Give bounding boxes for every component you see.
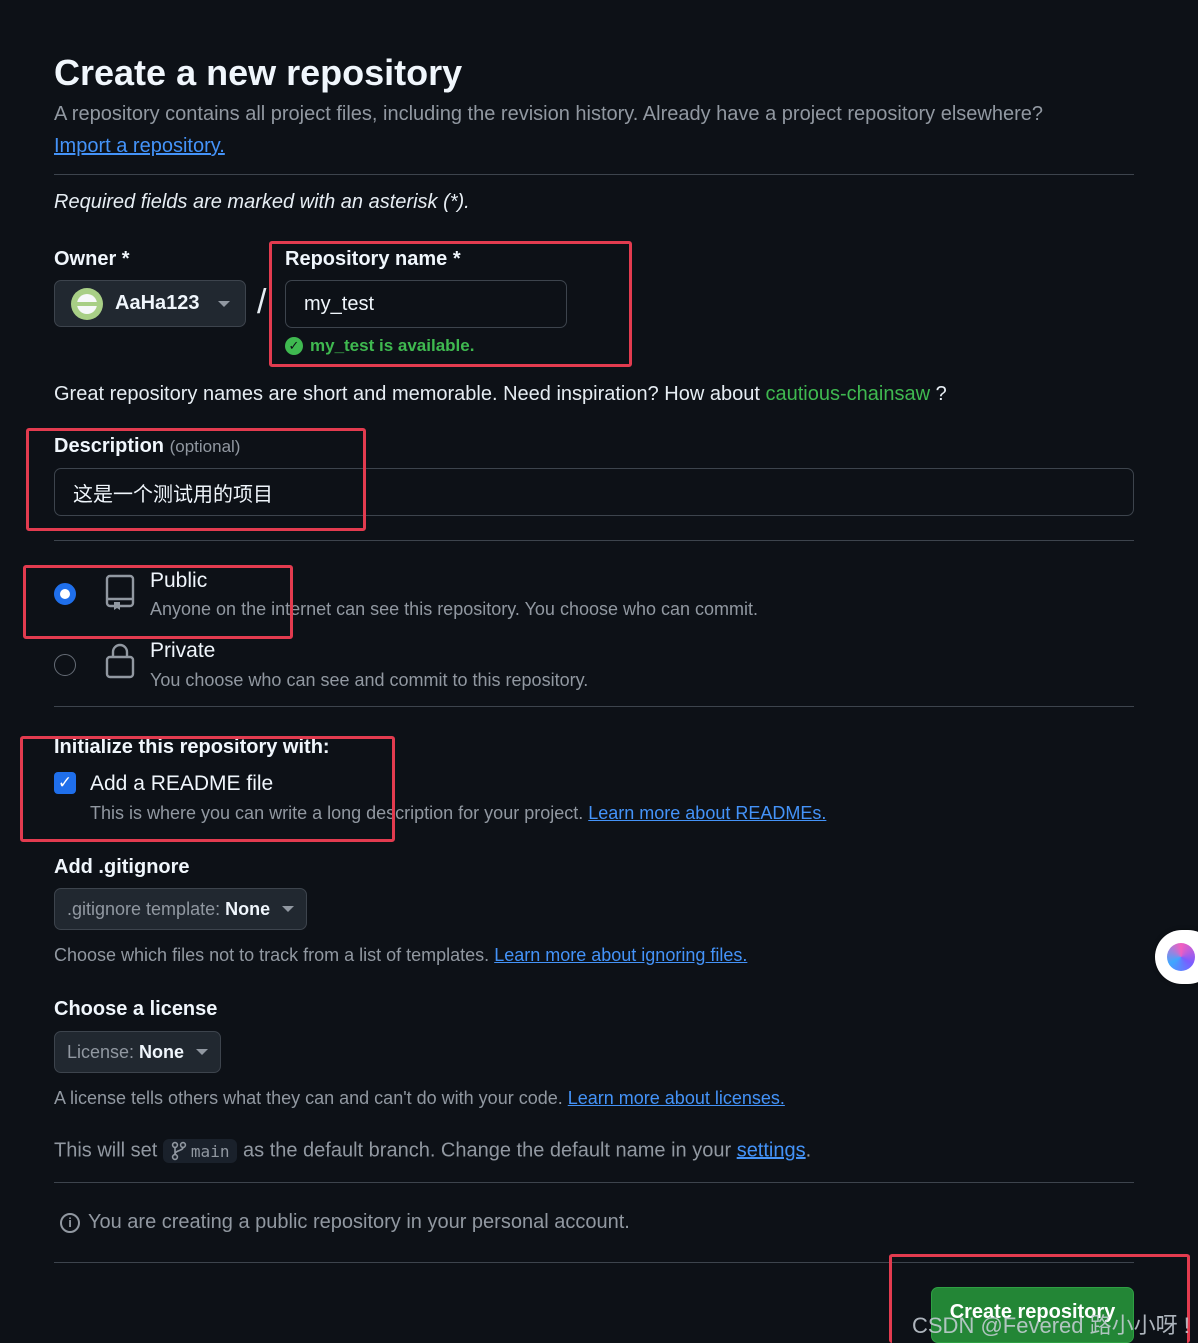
private-radio[interactable] bbox=[54, 654, 76, 676]
owner-repo-separator: / bbox=[257, 283, 267, 321]
branch-name: main bbox=[190, 1141, 230, 1161]
owner-label: Owner * bbox=[54, 248, 130, 270]
private-title: Private bbox=[150, 639, 216, 662]
license-label: Choose a license bbox=[54, 998, 218, 1020]
chevron-down-icon bbox=[196, 1049, 209, 1055]
license-select[interactable]: License: None bbox=[54, 1031, 222, 1073]
gitignore-select-key: .gitignore template: bbox=[67, 898, 221, 919]
gitignore-help: Choose which files not to track from a l… bbox=[54, 945, 747, 966]
license-help-text: A license tells others what they can and… bbox=[54, 1088, 563, 1108]
annotation-box-repo-name bbox=[269, 241, 632, 367]
license-select-key: License: bbox=[67, 1041, 135, 1062]
license-select-value: None bbox=[139, 1041, 185, 1062]
suggestion-text: Great repository names are short and mem… bbox=[54, 383, 760, 405]
suggested-name-button[interactable]: cautious-chainsaw bbox=[765, 383, 930, 405]
suggestion-end: ? bbox=[935, 383, 947, 405]
annotation-box-description bbox=[26, 428, 366, 531]
branch-text-before: This will set bbox=[54, 1139, 158, 1162]
gitignore-help-text: Choose which files not to track from a l… bbox=[54, 945, 490, 965]
gitignore-label: Add .gitignore bbox=[54, 856, 190, 878]
owner-select[interactable]: AaHa123 bbox=[54, 280, 246, 327]
notice-text: You are creating a public repository in … bbox=[88, 1211, 630, 1233]
brain-icon bbox=[1167, 943, 1195, 971]
divider bbox=[54, 1182, 1134, 1183]
git-branch-icon bbox=[171, 1141, 187, 1161]
divider bbox=[54, 174, 1134, 175]
import-repository-link[interactable]: Import a repository. bbox=[54, 135, 225, 158]
annotation-box-readme bbox=[20, 736, 395, 842]
settings-link[interactable]: settings bbox=[737, 1139, 806, 1161]
learn-more-licenses-link[interactable]: Learn more about licenses. bbox=[568, 1088, 785, 1108]
default-branch-note: This will set main as the default branch… bbox=[54, 1139, 811, 1163]
gitignore-select-value: None bbox=[225, 898, 271, 919]
annotation-box-public bbox=[23, 565, 293, 639]
name-suggestion: Great repository names are short and mem… bbox=[54, 383, 947, 406]
branch-period: . bbox=[805, 1139, 812, 1162]
page-subtitle: A repository contains all project files,… bbox=[54, 103, 1044, 125]
owner-name: AaHa123 bbox=[115, 292, 200, 314]
page-title: Create a new repository bbox=[54, 52, 463, 93]
gitignore-template-select[interactable]: .gitignore template: None bbox=[54, 888, 308, 930]
learn-more-readmes-link[interactable]: Learn more about READMEs. bbox=[588, 803, 826, 823]
divider bbox=[54, 540, 1134, 541]
private-description: You choose who can see and commit to thi… bbox=[150, 670, 589, 690]
watermark: CSDN @Fevered 路小小呀 ! bbox=[912, 1313, 1190, 1338]
required-fields-note: Required fields are marked with an aster… bbox=[54, 191, 470, 213]
branch-chip: main bbox=[162, 1139, 238, 1163]
floating-assistant-button[interactable] bbox=[1155, 930, 1198, 984]
lock-icon bbox=[105, 643, 135, 684]
branch-text-after: as the default branch. Change the defaul… bbox=[243, 1139, 732, 1162]
chevron-down-icon bbox=[282, 906, 295, 912]
public-notice: i You are creating a public repository i… bbox=[60, 1211, 630, 1234]
chevron-down-icon bbox=[217, 300, 230, 307]
info-icon: i bbox=[60, 1212, 80, 1233]
avatar bbox=[71, 287, 103, 320]
license-help: A license tells others what they can and… bbox=[54, 1088, 785, 1109]
learn-more-ignoring-link[interactable]: Learn more about ignoring files. bbox=[494, 945, 747, 965]
divider bbox=[54, 706, 1134, 707]
